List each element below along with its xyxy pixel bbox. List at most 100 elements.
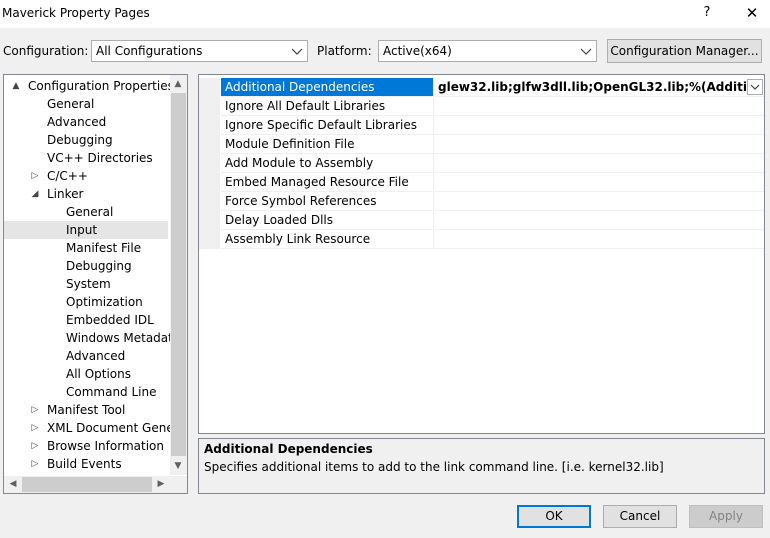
- description-text: Specifies additional items to add to the…: [204, 460, 664, 474]
- tree-item-label: General: [47, 97, 95, 111]
- property-name[interactable]: Additional Dependencies: [221, 78, 434, 97]
- scroll-up-icon[interactable]: ▲: [170, 76, 186, 92]
- description-pane: Additional Dependencies Specifies additi…: [198, 438, 765, 494]
- tree-item[interactable]: VC++ Directories: [4, 149, 168, 167]
- help-button[interactable]: ?: [694, 1, 720, 25]
- property-value[interactable]: [435, 135, 764, 154]
- scroll-down-icon[interactable]: ▼: [170, 458, 186, 474]
- collapse-arrow-icon[interactable]: ▲: [10, 77, 22, 95]
- property-row[interactable]: Force Symbol References: [199, 192, 764, 211]
- tree-item-label: Debugging: [66, 259, 132, 273]
- cancel-button[interactable]: Cancel: [603, 505, 677, 528]
- scroll-right-icon[interactable]: ▶: [153, 476, 169, 492]
- tree-item[interactable]: Advanced: [4, 347, 168, 365]
- window-title: Maverick Property Pages: [2, 6, 150, 20]
- tree-item[interactable]: Debugging: [4, 257, 168, 275]
- property-row[interactable]: Additional Dependencies glew32.lib;glfw3d…: [199, 78, 764, 97]
- tree-item-label: Advanced: [66, 349, 126, 363]
- tree-item-label: VC++ Directories: [47, 151, 153, 165]
- apply-button[interactable]: Apply: [689, 505, 763, 528]
- tree-item[interactable]: Embedded IDL: [4, 311, 168, 329]
- tree-horizontal-scrollbar[interactable]: ◀ ▶: [4, 476, 170, 493]
- description-title: Additional Dependencies: [204, 442, 373, 456]
- property-name[interactable]: Force Symbol References: [221, 192, 434, 211]
- property-name[interactable]: Embed Managed Resource File: [221, 173, 434, 192]
- expand-arrow-icon[interactable]: ▷: [29, 419, 41, 437]
- property-value[interactable]: [435, 154, 764, 173]
- property-tree[interactable]: ▲ Configuration Properties General Advanced…: [3, 74, 188, 494]
- expand-arrow-icon[interactable]: ▷: [29, 455, 41, 473]
- platform-value: Active(x64): [383, 44, 452, 58]
- tree-item[interactable]: Advanced: [4, 113, 168, 131]
- tree-item[interactable]: ◢ Linker: [4, 185, 168, 203]
- tree-item-label: Debugging: [47, 133, 113, 147]
- tree-vertical-scrollbar[interactable]: ▲ ▼: [170, 75, 187, 475]
- tree-item[interactable]: Optimization: [4, 293, 168, 311]
- property-value[interactable]: [435, 97, 764, 116]
- platform-dropdown[interactable]: Active(x64): [378, 40, 597, 62]
- platform-label: Platform:: [317, 44, 372, 58]
- tree-item-label: Manifest File: [66, 241, 142, 255]
- expand-arrow-icon[interactable]: ▷: [29, 437, 41, 455]
- property-value[interactable]: [435, 192, 764, 211]
- property-value[interactable]: [435, 211, 764, 230]
- scroll-left-icon[interactable]: ◀: [5, 476, 21, 492]
- tree-item[interactable]: ▷ Manifest Tool: [4, 401, 168, 419]
- tree-item[interactable]: Debugging: [4, 131, 168, 149]
- property-name[interactable]: Assembly Link Resource: [221, 230, 434, 249]
- property-grid[interactable]: Additional Dependencies glew32.lib;glfw3d…: [198, 74, 765, 434]
- ok-button[interactable]: OK: [517, 505, 591, 528]
- tree-item[interactable]: Manifest File: [4, 239, 168, 257]
- property-name[interactable]: Ignore Specific Default Libraries: [221, 116, 434, 135]
- tree-item[interactable]: ▷ XML Document Generator: [4, 419, 187, 437]
- tree-item[interactable]: Windows Metadata: [4, 329, 180, 347]
- tree-item[interactable]: System: [4, 275, 168, 293]
- horizontal-scroll-thumb[interactable]: [22, 477, 152, 492]
- row-gutter: [199, 173, 220, 192]
- property-row[interactable]: Module Definition File: [199, 135, 764, 154]
- row-gutter: [199, 154, 220, 173]
- property-row[interactable]: Add Module to Assembly: [199, 154, 764, 173]
- expand-arrow-icon[interactable]: ▷: [29, 167, 41, 185]
- tree-item-label: Browse Information: [47, 439, 164, 453]
- close-button[interactable]: ✕: [736, 1, 768, 25]
- row-gutter: [199, 192, 220, 211]
- property-name[interactable]: Module Definition File: [221, 135, 434, 154]
- tree-item-label: System: [66, 277, 111, 291]
- vertical-scroll-thumb[interactable]: [171, 93, 186, 456]
- collapse-arrow-icon[interactable]: ◢: [29, 185, 41, 203]
- chevron-down-icon: [291, 48, 303, 55]
- tree-item[interactable]: ▲ Configuration Properties: [4, 77, 174, 95]
- row-gutter: [199, 135, 220, 154]
- tree-item[interactable]: Input: [4, 221, 168, 239]
- configuration-manager-button[interactable]: Configuration Manager...: [607, 39, 762, 63]
- property-name[interactable]: Add Module to Assembly: [221, 154, 434, 173]
- configuration-dropdown[interactable]: All Configurations: [91, 40, 308, 62]
- property-value[interactable]: [435, 116, 764, 135]
- tree-item[interactable]: ▷ Browse Information: [4, 437, 168, 455]
- property-value[interactable]: glew32.lib;glfw3dll.lib;OpenGL32.lib;%(A…: [435, 78, 764, 97]
- property-value[interactable]: [435, 230, 764, 249]
- tree-item[interactable]: General: [4, 203, 168, 221]
- chevron-down-icon: [580, 48, 592, 55]
- expand-arrow-icon[interactable]: ▷: [29, 401, 41, 419]
- row-gutter: [199, 116, 220, 135]
- tree-item-label: Input: [66, 223, 98, 237]
- tree-item[interactable]: ▷ Build Events: [4, 455, 168, 473]
- tree-item-label: Linker: [47, 187, 84, 201]
- tree-item[interactable]: ▷ C/C++: [4, 167, 168, 185]
- value-dropdown-button[interactable]: [747, 79, 763, 95]
- property-row[interactable]: Delay Loaded Dlls: [199, 211, 764, 230]
- property-name[interactable]: Delay Loaded Dlls: [221, 211, 434, 230]
- property-value[interactable]: [435, 173, 764, 192]
- property-row[interactable]: Ignore All Default Libraries: [199, 97, 764, 116]
- property-row[interactable]: Assembly Link Resource: [199, 230, 764, 249]
- row-gutter: [199, 211, 220, 230]
- property-row[interactable]: Ignore Specific Default Libraries: [199, 116, 764, 135]
- tree-item[interactable]: Command Line: [4, 383, 168, 401]
- tree-item[interactable]: All Options: [4, 365, 168, 383]
- property-row[interactable]: Embed Managed Resource File: [199, 173, 764, 192]
- tree-item[interactable]: General: [4, 95, 168, 113]
- tree-item-label: General: [66, 205, 114, 219]
- property-name[interactable]: Ignore All Default Libraries: [221, 97, 434, 116]
